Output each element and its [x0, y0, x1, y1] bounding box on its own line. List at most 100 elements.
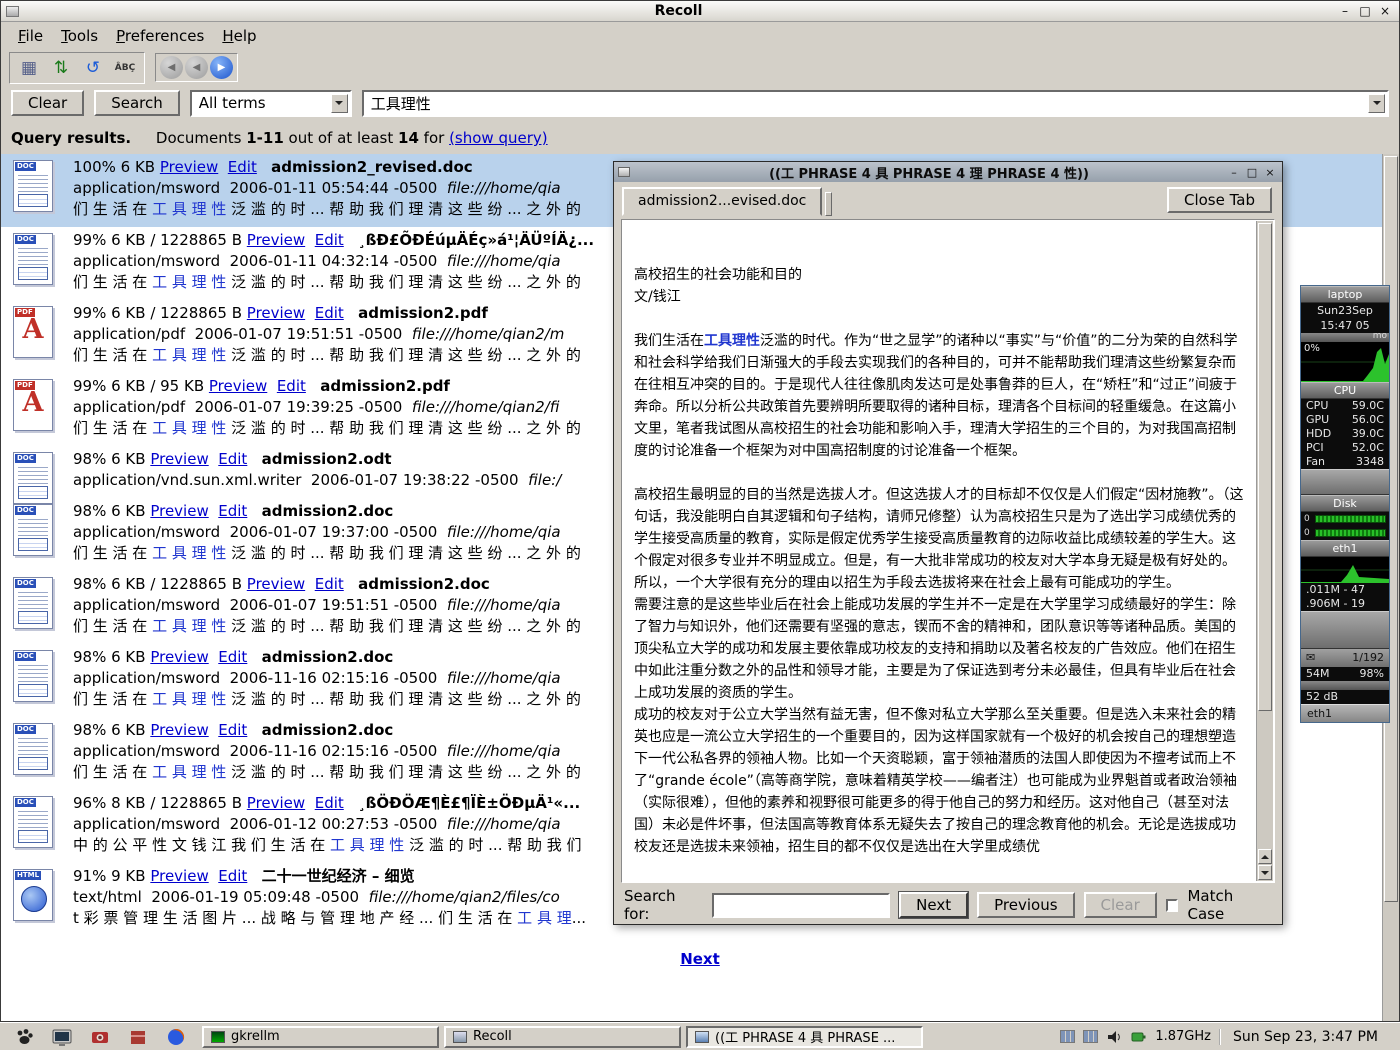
preview-scrollbar[interactable]	[1256, 221, 1273, 881]
find-clear-button[interactable]: Clear	[1084, 892, 1157, 918]
cpu-frequency[interactable]: 1.87GHz	[1155, 1029, 1211, 1044]
edit-link[interactable]: Edit	[218, 867, 247, 885]
term-explorer-icon[interactable]: ÂBÇ	[110, 55, 140, 81]
battery-icon[interactable]	[1130, 1029, 1147, 1045]
preview-link[interactable]: Preview	[247, 231, 305, 249]
task-label: gkrellm	[231, 1029, 280, 1044]
result-filename: admission2.doc	[262, 648, 394, 666]
result-mime: text/html 2006-01-19 05:09:48 -0500	[73, 888, 369, 906]
workspace-switcher-icon[interactable]	[1083, 1030, 1098, 1043]
result-url: file:/	[528, 471, 561, 489]
minimize-icon[interactable]: –	[1226, 165, 1242, 179]
match-case-checkbox[interactable]	[1166, 899, 1179, 912]
result-mime: application/pdf 2006-01-07 19:39:25 -050…	[73, 398, 412, 416]
find-previous-button[interactable]: Previous	[977, 892, 1074, 918]
edit-link[interactable]: Edit	[218, 648, 247, 666]
edit-link[interactable]: Edit	[315, 575, 344, 593]
volume-icon[interactable]	[1106, 1029, 1122, 1045]
edit-link[interactable]: Edit	[315, 794, 344, 812]
first-page-icon[interactable]: ◀	[160, 56, 183, 79]
show-query-link[interactable]: (show query)	[449, 129, 548, 147]
preview-link[interactable]: Preview	[150, 502, 208, 520]
refresh-icon[interactable]: ↺	[78, 55, 108, 81]
screenshot-launcher-icon[interactable]	[88, 1025, 112, 1049]
preview-text[interactable]: 高校招生的社会功能和目的文/钱江我们生活在工具理性泛滥的时代。作为“世之显学”的…	[634, 264, 1244, 882]
search-button[interactable]: Search	[94, 90, 180, 116]
preview-link[interactable]: Preview	[150, 867, 208, 885]
result-relevance: 96% 8 KB / 1228865 B	[73, 794, 247, 812]
close-icon[interactable]: ×	[1376, 4, 1394, 19]
minimize-icon[interactable]: –	[1336, 4, 1354, 19]
preview-link[interactable]: Preview	[150, 721, 208, 739]
result-relevance: 99% 6 KB / 95 KB	[73, 377, 209, 395]
preview-titlebar[interactable]: ((工 PHRASE 4 具 PHRASE 4 理 PHRASE 4 性)) –…	[614, 162, 1282, 182]
task-button-gkrellm[interactable]: gkrellm	[202, 1026, 439, 1048]
preview-paragraph: 文/钱江	[634, 286, 1244, 308]
window-menu-icon[interactable]	[618, 167, 630, 177]
next-page-link[interactable]: Next	[680, 950, 720, 968]
edit-link[interactable]: Edit	[218, 721, 247, 739]
scrollbar-thumb[interactable]	[1258, 223, 1272, 711]
edit-link[interactable]: Edit	[218, 450, 247, 468]
clock[interactable]: Sun Sep 23, 3:47 PM	[1219, 1029, 1390, 1045]
clear-button[interactable]: Clear	[11, 90, 84, 116]
edit-link[interactable]: Edit	[277, 377, 306, 395]
gk-net-row: .906M - 19	[1301, 597, 1389, 611]
menu-help[interactable]: Help	[213, 24, 265, 48]
window-menu-icon[interactable]	[6, 6, 19, 17]
preview-link[interactable]: Preview	[247, 575, 305, 593]
preview-link[interactable]: Preview	[160, 158, 218, 176]
menu-preferences[interactable]: Preferences	[107, 24, 213, 48]
keyboard-indicator-icon[interactable]	[1060, 1030, 1075, 1043]
edit-link[interactable]: Edit	[315, 304, 344, 322]
menu-file[interactable]: File	[9, 24, 52, 48]
close-tab-button[interactable]: Close Tab	[1167, 187, 1272, 213]
doc-file-icon: DOC	[13, 723, 57, 779]
preview-link[interactable]: Preview	[209, 377, 267, 395]
result-url: file:///home/qian2/files/co	[369, 888, 560, 906]
chevron-down-icon[interactable]	[1368, 94, 1385, 113]
edit-link[interactable]: Edit	[228, 158, 257, 176]
menu-tools[interactable]: Tools	[52, 24, 107, 48]
maximize-icon[interactable]: □	[1244, 165, 1260, 179]
gk-mail-row[interactable]: ✉ 1/192	[1301, 649, 1389, 667]
gk-temp-row: GPU56.0C	[1301, 413, 1389, 427]
result-filename: admission2.odt	[262, 450, 392, 468]
terminal-launcher-icon[interactable]	[50, 1025, 74, 1049]
find-input[interactable]	[712, 893, 890, 918]
prev-page-icon[interactable]: ◀	[185, 56, 208, 79]
gkrellm-monitor[interactable]: laptop Sun23Sep 15:47 05 mo 0% CPU CPU59…	[1300, 285, 1390, 723]
search-mode-combo[interactable]: All terms	[190, 90, 352, 117]
paw-launcher-icon[interactable]	[12, 1025, 36, 1049]
preview-paragraph: 高校招生最明显的目的当然是选拔人才。但这选拔人才的目标却不仅仅是人们假定“因材施…	[634, 484, 1244, 594]
gk-eth-label: eth1	[1301, 540, 1389, 557]
sort-parameters-icon[interactable]: ⇅	[46, 55, 76, 81]
scroll-down-icon[interactable]	[1258, 865, 1272, 880]
reset-search-icon[interactable]: ▦	[14, 55, 44, 81]
firefox-launcher-icon[interactable]	[164, 1025, 188, 1049]
edit-link[interactable]: Edit	[315, 231, 344, 249]
main-titlebar[interactable]: Recoll – □ ×	[1, 1, 1399, 22]
scroll-up-icon[interactable]	[1258, 849, 1272, 864]
preview-window: ((工 PHRASE 4 具 PHRASE 4 理 PHRASE 4 性)) –…	[613, 161, 1283, 925]
preview-link[interactable]: Preview	[150, 648, 208, 666]
edit-link[interactable]: Edit	[218, 502, 247, 520]
chevron-down-icon[interactable]	[331, 94, 348, 113]
preview-link[interactable]: Preview	[247, 304, 305, 322]
results-header-label: Query results.	[11, 129, 131, 147]
tab-handle[interactable]	[825, 192, 832, 216]
close-icon[interactable]: ×	[1262, 165, 1278, 179]
preview-tab[interactable]: admission2...evised.doc	[622, 187, 822, 216]
preview-link[interactable]: Preview	[150, 450, 208, 468]
preview-link[interactable]: Preview	[247, 794, 305, 812]
task-button-preview[interactable]: ((工 PHRASE 4 具 PHRASE ...	[686, 1026, 923, 1048]
maximize-icon[interactable]: □	[1356, 4, 1374, 19]
query-input[interactable]: 工具理性	[362, 90, 1389, 117]
find-next-button[interactable]: Next	[899, 892, 968, 918]
package-launcher-icon[interactable]	[126, 1025, 150, 1049]
next-page-icon[interactable]: ▶	[210, 56, 233, 79]
task-button-recoll[interactable]: Recoll	[444, 1026, 681, 1048]
result-mime: application/msword 2006-01-07 19:37:00 -…	[73, 523, 447, 541]
result-relevance: 99% 6 KB / 1228865 B	[73, 304, 247, 322]
preview-icon	[695, 1031, 709, 1043]
